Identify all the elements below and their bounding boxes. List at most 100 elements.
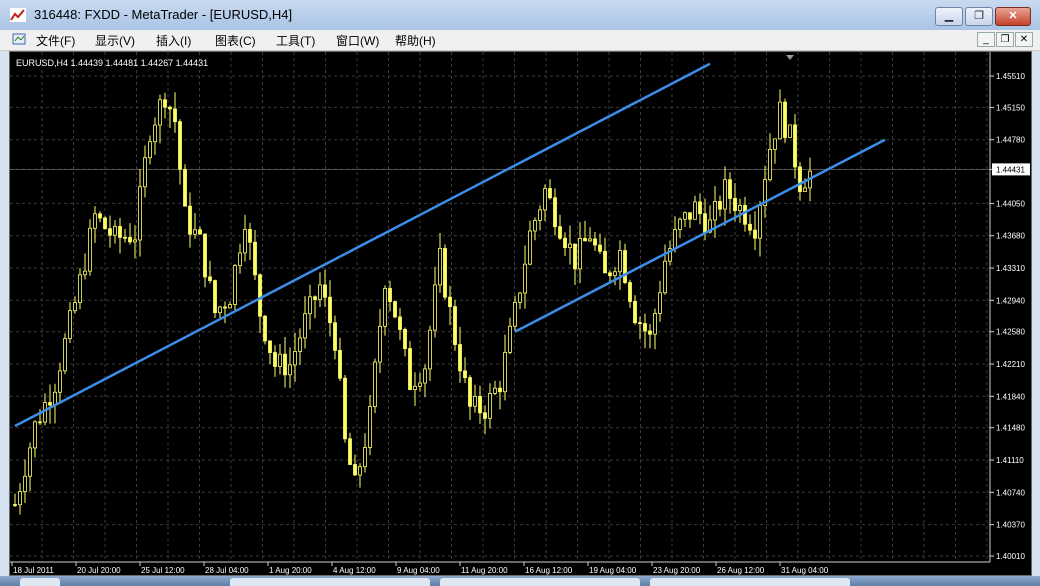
candle — [63, 333, 67, 375]
price-tick-label: 1.43680 — [996, 232, 1025, 241]
menu-file[interactable]: 文件(F) — [36, 32, 75, 49]
chart-area[interactable]: 1.45510 1.45150 1.44780 1.44431 1.44050 1.436… — [9, 51, 1032, 576]
taskbar-start[interactable] — [20, 578, 60, 586]
mdi-restore-button[interactable]: ❐ — [996, 32, 1014, 47]
trendline[interactable] — [14, 62, 711, 428]
candle — [633, 295, 637, 325]
candle — [438, 233, 442, 293]
candle — [108, 215, 112, 248]
candle-body — [193, 229, 197, 235]
candle — [263, 314, 267, 345]
candle-body — [658, 292, 662, 314]
candle — [453, 299, 457, 351]
candle — [443, 244, 447, 300]
candle — [433, 266, 437, 338]
candle — [183, 164, 187, 207]
time-tick-label: 19 Aug 04:00 — [589, 566, 637, 575]
candle-body — [623, 250, 627, 283]
candle-body — [343, 377, 347, 440]
price-tick-label: 1.45150 — [996, 103, 1025, 112]
candle — [238, 243, 242, 274]
close-button[interactable]: ✕ — [995, 7, 1031, 26]
candle-body — [128, 237, 132, 243]
menu-help[interactable]: 帮助(H) — [395, 32, 436, 49]
candle — [448, 285, 452, 326]
candle — [158, 94, 162, 144]
candle-body — [383, 288, 387, 327]
candle — [398, 308, 402, 341]
candle — [533, 217, 537, 241]
candle — [598, 233, 602, 255]
candle-body — [103, 217, 107, 230]
candle — [648, 324, 652, 349]
candle-body — [358, 466, 362, 476]
candle — [723, 166, 727, 226]
candle-body — [548, 188, 552, 199]
candle — [513, 295, 517, 332]
candle-body — [368, 406, 372, 448]
candle-body — [468, 377, 472, 407]
price-chart[interactable]: 1.45510 1.45150 1.44780 1.44431 1.44050 1.436… — [10, 52, 1031, 575]
candle-body — [313, 296, 317, 300]
price-tick-label: 1.42940 — [996, 296, 1025, 305]
candle-body — [288, 364, 292, 376]
candle — [58, 362, 62, 403]
chart-info-label: EURUSD,H4 1.44439 1.44481 1.44267 1.4443… — [16, 58, 208, 68]
candle-body — [728, 179, 732, 199]
taskbar-item[interactable] — [230, 578, 430, 586]
candle — [273, 345, 277, 377]
candle-body — [198, 229, 202, 235]
candle-body — [568, 243, 572, 249]
candle-body — [423, 368, 427, 384]
candle-body — [583, 238, 587, 242]
candle — [103, 216, 107, 230]
candle-body — [93, 213, 97, 229]
chart-shift-marker-icon[interactable] — [786, 55, 794, 60]
candle-body — [53, 391, 57, 406]
candle-body — [738, 205, 742, 212]
candle-body — [678, 218, 682, 230]
candle — [163, 92, 167, 119]
candle-body — [713, 200, 717, 221]
candle-body — [178, 121, 182, 170]
taskbar-item[interactable] — [440, 578, 640, 586]
candle — [373, 358, 377, 414]
taskbar-item[interactable] — [650, 578, 850, 586]
candle — [413, 372, 417, 406]
candle-body — [183, 168, 187, 207]
price-tick-label: 1.42580 — [996, 328, 1025, 337]
time-tick-label: 1 Aug 20:00 — [269, 566, 312, 575]
menu-charts[interactable]: 图表(C) — [215, 32, 256, 49]
menu-insert[interactable]: 插入(I) — [156, 32, 191, 49]
mdi-minimize-button[interactable]: _ — [977, 32, 995, 47]
menu-window[interactable]: 窗口(W) — [336, 32, 379, 49]
metatrader-icon — [10, 8, 26, 22]
mdi-close-button[interactable]: ✕ — [1015, 32, 1033, 47]
candle — [33, 420, 37, 458]
candle — [228, 301, 232, 309]
candle-body — [553, 197, 557, 228]
menu-tools[interactable]: 工具(T) — [276, 32, 315, 49]
candle-body — [463, 370, 467, 379]
candle — [768, 133, 772, 182]
candle — [623, 243, 627, 285]
candle-body — [418, 382, 422, 387]
candle-body — [408, 348, 412, 390]
menu-view[interactable]: 显示(V) — [95, 32, 135, 49]
candle — [28, 442, 32, 492]
candle — [258, 273, 262, 334]
candle — [368, 395, 372, 456]
price-tick-label: 1.40010 — [996, 552, 1025, 561]
chart-window-icon[interactable] — [12, 32, 27, 47]
candle-body — [13, 504, 17, 506]
candle — [223, 301, 227, 324]
candle — [203, 233, 207, 288]
candle — [118, 217, 122, 254]
maximize-button[interactable]: ❐ — [965, 7, 993, 26]
candle-body — [528, 230, 532, 265]
candle-body — [363, 447, 367, 468]
candle — [758, 201, 762, 257]
candle-body — [508, 325, 512, 353]
minimize-button[interactable]: ▁ — [935, 7, 963, 26]
candle — [653, 308, 657, 350]
